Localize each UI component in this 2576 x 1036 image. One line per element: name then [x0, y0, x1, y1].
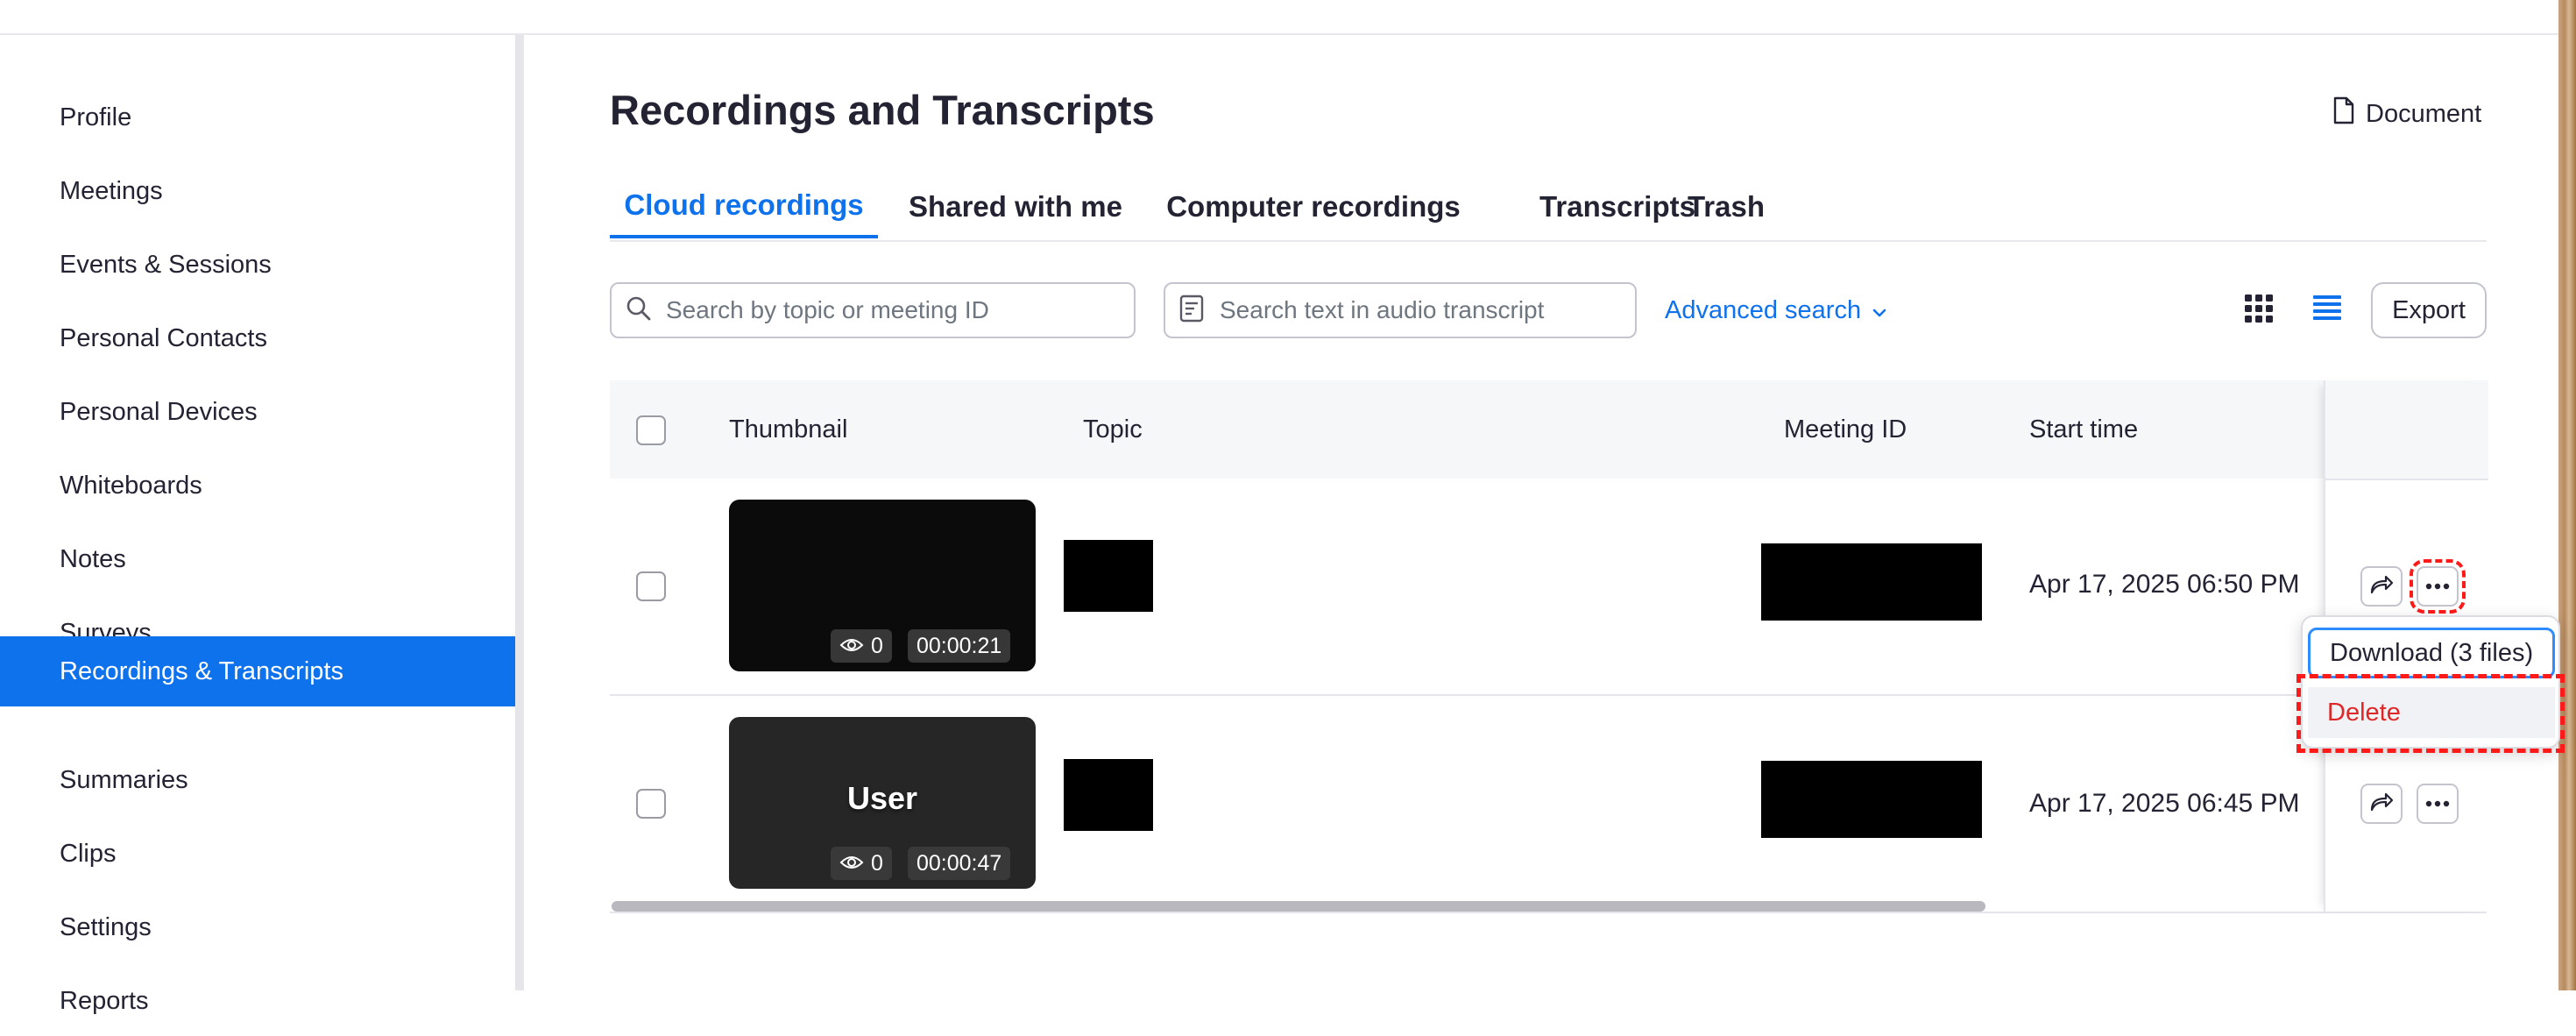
document-link-label: Document	[2366, 99, 2482, 128]
view-count-badge: 0	[831, 629, 892, 663]
duration-badge: 00:00:21	[908, 629, 1011, 663]
tab-computer-recordings[interactable]: Computer recordings	[1153, 175, 1474, 238]
sidebar-item-label: Summaries	[60, 765, 188, 794]
column-header-topic: Topic	[1083, 415, 1143, 443]
share-button[interactable]	[2360, 566, 2403, 607]
sidebar-item-label: Recordings & Transcripts	[60, 656, 343, 685]
sidebar-item-label: Settings	[60, 912, 152, 941]
topic-search-input[interactable]	[664, 295, 1134, 325]
sidebar-item-label: Whiteboards	[60, 471, 202, 500]
sidebar-item-settings[interactable]: Settings	[0, 892, 515, 962]
sidebar-divider[interactable]	[515, 35, 524, 990]
sidebar: Profile Meetings Events & Sessions Perso…	[0, 35, 515, 1015]
sidebar-item-meetings[interactable]: Meetings	[0, 156, 515, 226]
more-icon	[2424, 578, 2451, 594]
recording-thumbnail[interactable]: User 0 00:00:47	[729, 717, 1036, 889]
table-row: User 0 00:00:47 Apr 17, 2025 06:45 PM	[610, 696, 2487, 913]
table-row: 0 00:00:21 Apr 17, 2025 06:50 PM	[610, 479, 2487, 696]
more-options-button[interactable]	[2417, 784, 2459, 824]
duration-badge: 00:00:47	[908, 847, 1011, 880]
column-header-thumbnail: Thumbnail	[729, 415, 848, 443]
select-all-checkbox[interactable]	[636, 415, 666, 445]
redacted-meeting-id	[1761, 761, 1982, 838]
topic-search-box	[610, 282, 1136, 338]
row-checkbox[interactable]	[636, 789, 666, 819]
sidebar-item-summaries[interactable]: Summaries	[0, 745, 515, 815]
table-header: Thumbnail Topic Meeting ID Start time	[610, 380, 2487, 480]
transcript-search-box	[1164, 282, 1637, 338]
row-checkbox[interactable]	[636, 571, 666, 601]
document-icon	[2332, 96, 2355, 131]
more-options-menu: Download (3 files) Delete	[2301, 615, 2560, 749]
list-view-icon	[2312, 294, 2342, 327]
desktop-background-strip	[2558, 0, 2576, 990]
tab-trash[interactable]: Trash	[1642, 175, 1810, 238]
sidebar-item-label: Clips	[60, 839, 117, 868]
start-time: Apr 17, 2025 06:45 PM	[2029, 789, 2300, 818]
eye-icon	[839, 851, 864, 876]
redacted-topic	[1064, 540, 1153, 612]
export-button[interactable]: Export	[2371, 282, 2487, 338]
sidebar-item-events-sessions[interactable]: Events & Sessions	[0, 230, 515, 300]
sidebar-item-personal-contacts[interactable]: Personal Contacts	[0, 303, 515, 373]
sidebar-item-whiteboards[interactable]: Whiteboards	[0, 451, 515, 521]
redacted-meeting-id	[1761, 543, 1982, 621]
sidebar-item-recordings-transcripts[interactable]: Recordings & Transcripts	[0, 636, 515, 706]
transcript-icon	[1179, 294, 1206, 327]
chevron-down-icon	[1872, 296, 1887, 325]
share-icon	[2368, 573, 2395, 600]
top-bar	[0, 0, 2576, 35]
grid-view-button[interactable]	[2238, 289, 2280, 331]
sidebar-item-notes[interactable]: Notes	[0, 524, 515, 594]
horizontal-scrollbar[interactable]	[612, 901, 1985, 912]
redacted-topic	[1064, 759, 1153, 831]
sidebar-item-label: Meetings	[60, 176, 163, 205]
sidebar-item-personal-devices[interactable]: Personal Devices	[0, 377, 515, 447]
sidebar-item-label: Personal Devices	[60, 397, 258, 426]
column-header-start-time: Start time	[2029, 415, 2139, 443]
recording-tabs: Cloud recordings Shared with me Computer…	[610, 175, 2487, 242]
menu-item-delete[interactable]: Delete	[2308, 687, 2555, 738]
sidebar-item-profile[interactable]: Profile	[0, 82, 515, 153]
duration: 00:00:47	[916, 850, 1002, 876]
menu-item-download[interactable]: Download (3 files)	[2308, 628, 2555, 678]
share-icon	[2368, 791, 2395, 818]
more-icon	[2424, 796, 2451, 812]
actions-column-header	[2325, 380, 2488, 480]
sidebar-item-label: Personal Contacts	[60, 323, 267, 352]
view-count: 0	[871, 850, 883, 876]
column-header-meeting-id: Meeting ID	[1784, 415, 1907, 443]
sidebar-item-clips[interactable]: Clips	[0, 819, 515, 889]
more-options-button[interactable]	[2410, 559, 2466, 614]
advanced-search-button[interactable]: Advanced search	[1665, 293, 1887, 328]
advanced-search-label: Advanced search	[1665, 295, 1862, 324]
search-icon	[626, 295, 652, 326]
tab-shared-with-me[interactable]: Shared with me	[888, 175, 1143, 238]
sidebar-item-label: Profile	[60, 103, 132, 131]
view-count: 0	[871, 633, 883, 658]
duration: 00:00:21	[916, 633, 1002, 658]
thumbnail-label: User	[846, 780, 918, 816]
eye-icon	[839, 634, 864, 659]
share-button[interactable]	[2360, 784, 2403, 824]
view-count-badge: 0	[831, 847, 892, 880]
start-time: Apr 17, 2025 06:50 PM	[2029, 570, 2300, 599]
tab-cloud-recordings[interactable]: Cloud recordings	[610, 175, 878, 238]
page-title: Recordings and Transcripts	[610, 87, 1155, 133]
grid-view-icon	[2244, 294, 2274, 328]
list-view-button[interactable]	[2306, 289, 2348, 331]
document-link[interactable]: Document	[2332, 96, 2481, 131]
recording-thumbnail[interactable]: 0 00:00:21	[729, 500, 1036, 671]
sidebar-item-label: Notes	[60, 544, 126, 573]
sidebar-item-reports[interactable]: Reports	[0, 966, 515, 1036]
sidebar-item-label: Events & Sessions	[60, 250, 272, 279]
transcript-search-input[interactable]	[1218, 295, 1635, 325]
sidebar-item-label: Reports	[60, 986, 149, 1015]
